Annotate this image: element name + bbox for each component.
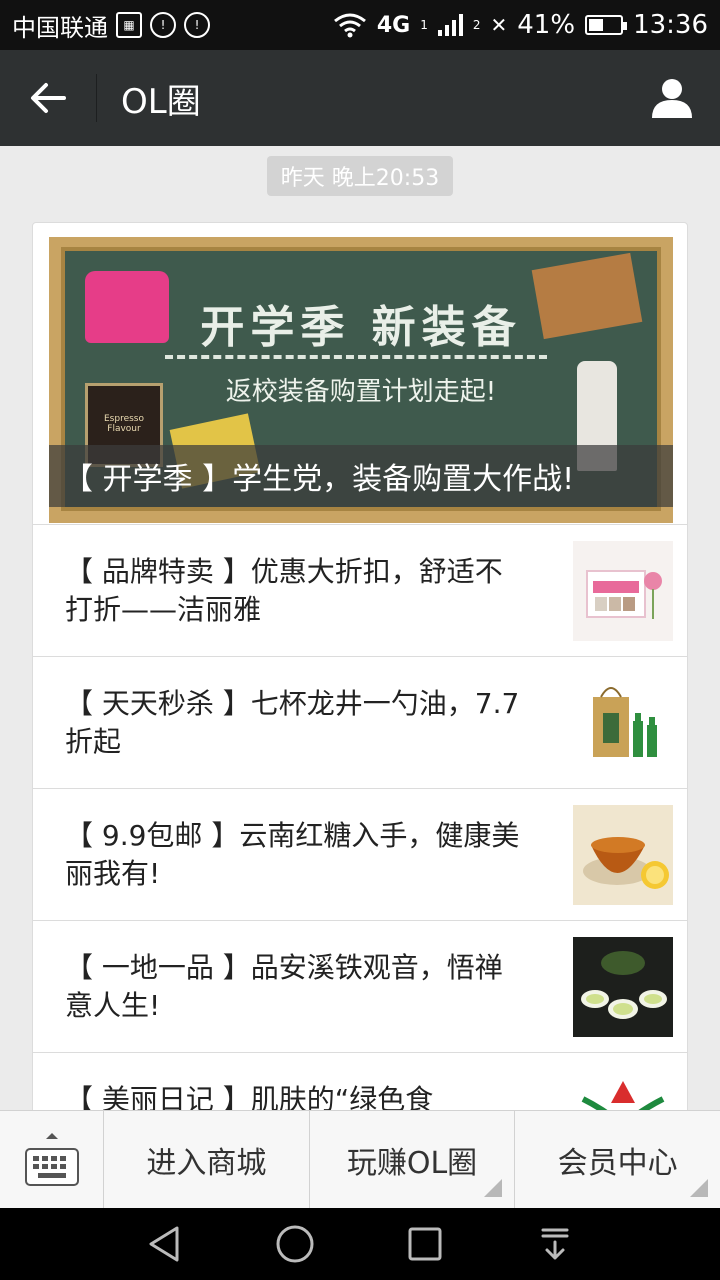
banner-headline: 开学季 新装备 [200, 302, 522, 353]
oolong-tea-image [573, 937, 673, 1037]
banner-subheadline: 返校装备购置计划走起! [225, 377, 497, 407]
keyboard-icon [25, 1133, 79, 1186]
article-title: 【 一地一品 】品安溪铁观音，悟禅意人生! [65, 951, 503, 1022]
circle-home-icon [276, 1225, 314, 1263]
article-title: 【 天天秒杀 】七杯龙井一勺油，7.7折起 [65, 687, 520, 758]
menu-member-center[interactable]: 会员中心 [515, 1111, 720, 1209]
network-type: 4G [376, 12, 411, 38]
battery-icon [585, 15, 628, 35]
menu-label: 进入商城 [146, 1146, 267, 1181]
article-item[interactable]: 【 一地一品 】品安溪铁观音，悟禅意人生! [33, 920, 687, 1052]
system-nav-bar [0, 1208, 720, 1280]
cover-article[interactable]: Espresso Flavour 开学季 新装备 返校装备购置计划走起! 【 开… [49, 237, 673, 523]
sim1-label: 1 [420, 18, 428, 32]
menu-label: 会员中心 [557, 1146, 678, 1181]
user-icon [652, 79, 692, 118]
nav-home-button[interactable] [265, 1214, 325, 1274]
article-item[interactable]: 【 品牌特卖 】优惠大折扣，舒适不打折——洁丽雅 [33, 524, 687, 656]
image-notification-icon: ▦ [116, 12, 142, 38]
signal-icon [437, 14, 463, 36]
title-divider [96, 74, 97, 122]
page-title: OL圈 [121, 81, 201, 122]
back-button[interactable] [0, 50, 96, 146]
tea-oil-gift-image [573, 673, 673, 773]
cover-caption: 【 开学季 】学生党，装备购置大作战! [49, 445, 673, 507]
clock: 13:36 [633, 10, 708, 40]
battery-percent: 41% [517, 10, 576, 40]
back-arrow-icon [31, 83, 66, 113]
article-thumbnail [573, 937, 673, 1037]
keyboard-toggle-button[interactable] [0, 1111, 104, 1209]
article-title: 【 品牌特卖 】优惠大折扣，舒适不打折——洁丽雅 [65, 555, 503, 626]
submenu-indicator-icon [690, 1179, 709, 1197]
article-thumbnail [573, 673, 673, 773]
bottom-menu: 进入商城 玩赚OL圈 会员中心 [0, 1110, 720, 1209]
profile-button[interactable] [624, 50, 720, 146]
article-thumbnail [573, 805, 673, 905]
article-item[interactable]: 【 9.9包邮 】云南红糖入手，健康美丽我有! [33, 788, 687, 920]
carrier-name: 中国联通 [12, 13, 108, 42]
sim2-label: 2 [472, 18, 481, 32]
article-card: Espresso Flavour 开学季 新装备 返校装备购置计划走起! 【 开… [32, 222, 688, 1122]
title-bar: OL圈 [0, 50, 720, 146]
notification-icon: ! [150, 12, 176, 38]
brown-sugar-tea-image [573, 805, 673, 905]
triangle-back-icon [149, 1226, 179, 1262]
submenu-indicator-icon [484, 1179, 503, 1197]
towel-gift-box-image [573, 541, 673, 641]
article-thumbnail [573, 541, 673, 641]
notification-icon-2: ! [184, 12, 210, 38]
wifi-icon [333, 13, 366, 38]
square-recents-icon [408, 1227, 442, 1261]
menu-enter-mall[interactable]: 进入商城 [104, 1111, 310, 1209]
status-bar: 中国联通 ▦ ! ! 4G 1 2 ✕ 41% 13:36 [0, 0, 720, 50]
message-timestamp: 昨天 晚上20:53 [267, 156, 453, 196]
menu-label: 玩赚OL圈 [346, 1146, 478, 1181]
box-label: Espresso Flavour [103, 414, 144, 434]
article-title: 【 9.9包邮 】云南红糖入手，健康美丽我有! [65, 819, 520, 890]
nav-back-button[interactable] [135, 1214, 195, 1274]
nav-recents-button[interactable] [395, 1214, 455, 1274]
article-item[interactable]: 【 天天秒杀 】七杯龙井一勺油，7.7折起 [33, 656, 687, 788]
nav-notification-button[interactable] [525, 1214, 585, 1274]
menu-earn-ol-circle[interactable]: 玩赚OL圈 [310, 1111, 516, 1209]
pull-down-icon [541, 1228, 569, 1260]
banner-dashes [165, 355, 547, 359]
no-signal-icon: ✕ [490, 13, 508, 37]
